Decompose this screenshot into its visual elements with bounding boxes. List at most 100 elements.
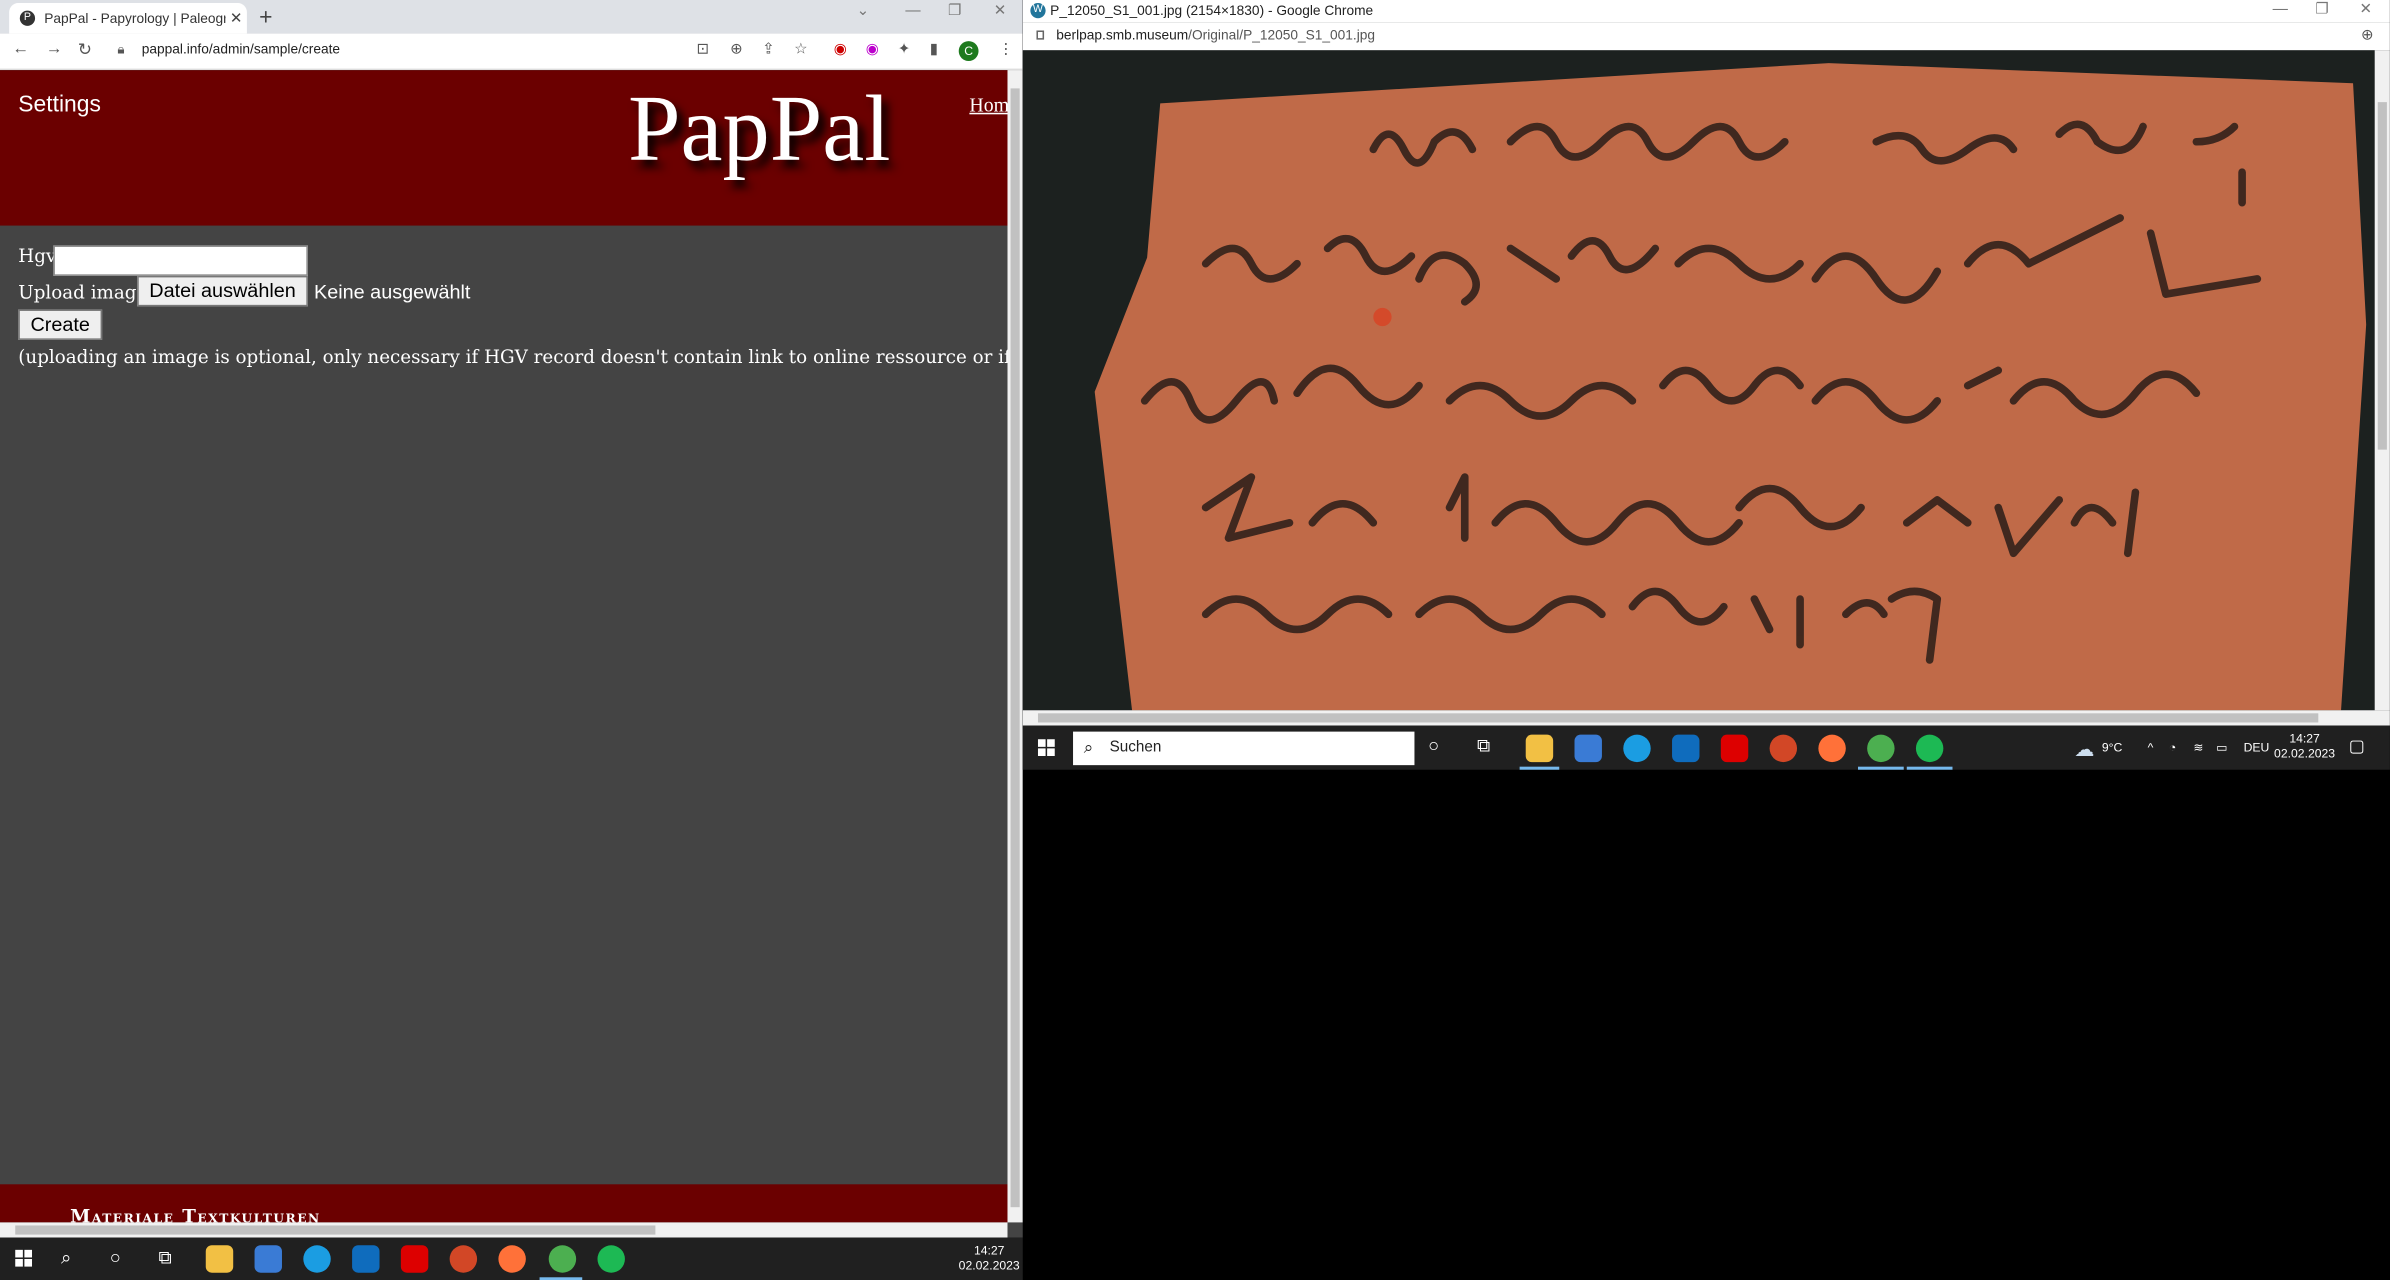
battery-icon[interactable]: ▭ [2216,741,2228,756]
right-browser-window: W P_12050_S1_001.jpg (2154×1830) - Googl… [1022,0,2390,729]
browser-toolbar: ← → ↻ 🔒︎ pappal.info/admin/sample/create… [0,33,1023,71]
url-path: /Original/P_12050_S1_001.jpg [1188,27,1376,43]
active-indicator [1519,766,1560,770]
clock-time: 14:27 [973,1243,1005,1258]
windows-start-icon[interactable] [15,1249,33,1268]
chrome-icon[interactable] [548,1245,577,1273]
share-icon[interactable]: ⇪ [762,41,775,58]
address-bar[interactable]: pappal.info/admin/sample/create [142,41,340,56]
site-footer: Materiale Textkulturen [0,1184,1008,1223]
scrollbar-thumb[interactable] [1010,88,1020,1208]
edge-icon[interactable] [303,1245,331,1273]
windows-start-icon[interactable] [1037,739,1056,757]
minimize-icon[interactable]: — [2273,2,2288,19]
taskbar-search-box[interactable]: ⌕ Suchen [1073,731,1415,766]
choose-file-button[interactable]: Datei auswählen [137,275,308,307]
clock[interactable]: 14:27 02.02.2023 [957,1244,1021,1274]
powerpoint-icon[interactable] [1769,734,1798,763]
mail-icon[interactable] [1672,734,1700,763]
pappal-favicon-icon: P [19,10,36,26]
weather-cloud-icon[interactable]: ☁ [2074,738,2094,762]
menu-icon[interactable]: ⋮ [998,41,1013,58]
active-indicator [1857,766,1904,770]
image-viewer[interactable] [1022,50,2375,711]
scrollbar-thumb[interactable] [15,1225,656,1235]
chrome-icon[interactable] [1867,734,1895,763]
cortana-icon[interactable]: ○ [1428,735,1439,756]
address-url[interactable]: berlpap.smb.museum/Original/P_12050_S1_0… [1056,27,1375,42]
vertical-scrollbar[interactable] [2374,50,2390,711]
clock-time: 14:27 [2289,731,2320,746]
scrollbar-thumb[interactable] [2377,102,2387,450]
store-icon[interactable] [254,1245,282,1273]
show-hidden-icons-icon[interactable]: ^ [2148,741,2154,756]
search-placeholder: Suchen [1109,739,1162,757]
lock-icon[interactable]: 🔒︎ [117,41,124,58]
new-tab-button[interactable]: + [259,5,272,31]
restore-icon[interactable]: ❐ [948,3,962,20]
network-icon[interactable]: ◔ [2169,741,2176,756]
restore-icon[interactable]: ❐ [2315,2,2329,19]
tab-title: PapPal - Papyrology | Paleograph [44,10,225,26]
left-browser-window: P PapPal - Papyrology | Paleograph ✕ + ⌄… [0,0,1023,1238]
side-panel-icon[interactable]: ▮ [930,41,938,58]
footer-text: Materiale Textkulturen [70,1205,321,1223]
edge-icon[interactable] [1623,734,1651,763]
stain [1373,307,1392,327]
zoom-icon[interactable]: ⊕ [2361,27,2374,44]
scrollbar-thumb[interactable] [1037,713,2319,723]
spotify-icon[interactable] [597,1245,625,1273]
horizontal-scrollbar[interactable] [0,1222,1008,1238]
notifications-icon[interactable]: ▢ [2349,738,2365,755]
reload-icon[interactable]: ↻ [78,40,92,59]
vertical-scrollbar[interactable] [1007,70,1023,1223]
upload-note: (uploading an image is optional, only ne… [18,345,1008,368]
clock-date: 02.02.2023 [958,1258,1020,1273]
bookmark-star-icon[interactable]: ☆ [794,41,808,58]
temperature[interactable]: 9°C [2102,741,2122,756]
zoom-icon[interactable]: ⊕ [730,41,743,58]
profile-avatar[interactable]: C [958,41,979,61]
url-host: berlpap.smb.museum [1056,27,1189,43]
home-link[interactable]: Home [969,93,1007,117]
translate-icon[interactable]: ⊡ [697,41,710,58]
task-view-icon[interactable]: ⧉ [1477,735,1490,758]
hgv-input[interactable] [53,245,308,276]
wifi-icon[interactable]: ≋ [2193,741,2203,756]
cortana-icon[interactable]: ○ [110,1247,121,1268]
no-file-selected-text: Keine ausgewählt [313,280,471,304]
file-explorer-icon[interactable] [205,1245,234,1273]
horizontal-scrollbar[interactable] [1022,710,2390,726]
taskbar-right: ⌕ Suchen ○ ⧉ ☁ 9°C ^ ◔ ≋ ▭ DEU 14:27 02.… [1022,725,2390,770]
store-icon[interactable] [1574,734,1602,763]
language-indicator[interactable]: DEU [2244,741,2270,756]
close-window-icon[interactable]: ✕ [2359,2,2372,19]
tab-pappal[interactable]: P PapPal - Papyrology | Paleograph ✕ [9,3,247,34]
firefox-icon[interactable] [498,1245,526,1273]
upload-image-label: Upload image [18,281,148,304]
back-icon[interactable]: ← [12,40,29,58]
close-window-icon[interactable]: ✕ [994,3,1007,20]
settings-link[interactable]: Settings [18,91,101,117]
forward-icon[interactable]: → [46,40,63,58]
firefox-icon[interactable] [1818,734,1846,763]
wordpress-favicon-icon: W [1030,3,1046,19]
spotify-icon[interactable] [1915,734,1944,763]
extension-2-icon[interactable]: ◉ [866,41,879,58]
extension-icon[interactable]: ◉ [834,41,847,58]
address-bar[interactable]: berlpap.smb.museum/Original/P_12050_S1_0… [1022,22,2390,51]
extensions-puzzle-icon[interactable]: ✦ [898,41,911,58]
acrobat-icon[interactable] [400,1245,429,1273]
file-explorer-icon[interactable] [1525,734,1554,763]
tab-close-icon[interactable]: ✕ [226,10,247,27]
task-view-icon[interactable]: ⧉ [159,1247,172,1270]
acrobat-icon[interactable] [1720,734,1749,763]
mail-icon[interactable] [352,1245,380,1273]
tab-search-icon[interactable]: ⌄ [857,3,870,20]
search-icon[interactable]: ⌕ [61,1247,71,1270]
minimize-icon[interactable]: — [905,3,920,20]
create-button[interactable]: Create [18,309,103,340]
powerpoint-icon[interactable] [449,1245,478,1273]
active-indicator [1906,766,1953,770]
clock[interactable]: 14:27 02.02.2023 [2273,732,2337,762]
